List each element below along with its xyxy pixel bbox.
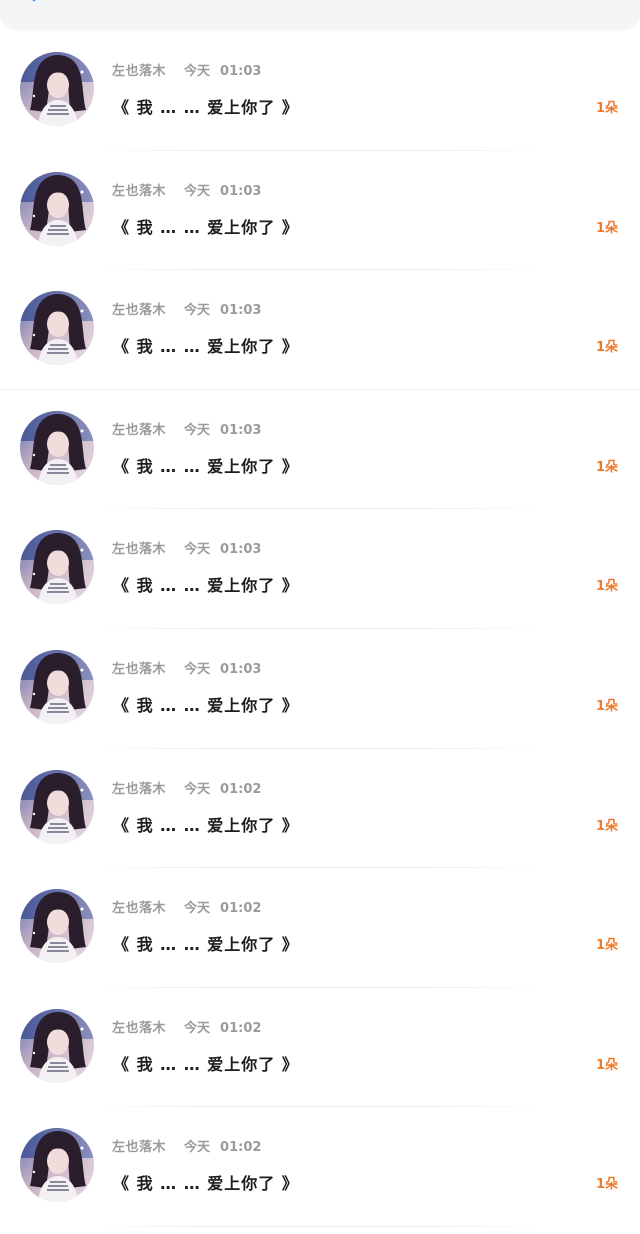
message-time: 01:03 — [220, 422, 262, 438]
list-item[interactable]: 左也落木 今天 01:02 《 我 … … 爱上你了 》 1朵 — [0, 868, 640, 988]
sender-name: 左也落木 — [112, 542, 167, 558]
sender-name: 左也落木 — [112, 422, 167, 438]
avatar[interactable] — [20, 52, 94, 126]
sender-name: 左也落木 — [112, 781, 167, 797]
list-item[interactable]: 左也落木 今天 01:03 《 我 … … 爱上你了 》 1朵 — [0, 390, 640, 510]
avatar[interactable] — [20, 410, 94, 485]
message-title: 《 我 … … 爱上你了 》 — [113, 935, 299, 955]
flower-count: 1朵 — [595, 579, 618, 595]
message-day: 今天 — [184, 661, 211, 677]
message-time: 01:02 — [220, 901, 262, 917]
sender-name: 左也落木 — [112, 303, 167, 319]
message-list: 左也落木 今天 01:03 《 我 … … 爱上你了 》 1朵 左也落木 今天 01:0… — [0, 31, 640, 1227]
list-item[interactable]: 左也落木 今天 01:02 《 我 … … 爱上你了 》 1朵 — [0, 1107, 640, 1227]
message-title: 《 我 … … 爱上你了 》 — [113, 815, 299, 835]
list-item[interactable]: 左也落木 今天 01:03 《 我 … … 爱上你了 》 1朵 — [0, 270, 640, 390]
avatar[interactable] — [20, 291, 94, 366]
message-title: 《 我 … … 爱上你了 》 — [113, 1054, 299, 1074]
sender-name: 左也落木 — [112, 183, 167, 199]
flower-count: 1朵 — [595, 698, 618, 714]
list-item[interactable]: 左也落木 今天 01:02 《 我 … … 爱上你了 》 1朵 — [0, 988, 640, 1108]
message-time: 01:03 — [220, 183, 262, 199]
flower-count: 1朵 — [595, 101, 618, 116]
message-time: 01:03 — [220, 661, 262, 677]
top-bar — [0, 0, 640, 30]
flower-count: 1朵 — [595, 1177, 618, 1193]
flower-count: 1朵 — [595, 340, 618, 356]
message-day: 今天 — [184, 183, 211, 199]
message-meta: 左也落木 今天 01:02 — [112, 1021, 261, 1037]
list-item[interactable]: 左也落木 今天 01:03 《 我 … … 爱上你了 》 1朵 — [0, 629, 640, 749]
message-title: 《 我 … … 爱上你了 》 — [113, 576, 299, 596]
avatar[interactable] — [20, 649, 94, 724]
list-item[interactable]: 左也落木 今天 01:02 《 我 … … 爱上你了 》 1朵 — [0, 749, 640, 869]
message-meta: 左也落木 今天 01:02 — [112, 782, 261, 798]
message-time: 01:03 — [220, 542, 262, 558]
message-time: 01:02 — [220, 1020, 262, 1036]
message-day: 今天 — [184, 303, 211, 319]
sender-name: 左也落木 — [112, 1020, 167, 1036]
message-time: 01:03 — [220, 64, 262, 79]
sender-name: 左也落木 — [112, 1140, 167, 1156]
message-time: 01:03 — [220, 303, 262, 319]
message-meta: 左也落木 今天 01:03 — [112, 542, 261, 558]
message-day: 今天 — [184, 422, 211, 438]
flower-count: 1朵 — [595, 1057, 618, 1073]
message-title: 《 我 … … 爱上你了 》 — [113, 695, 299, 715]
list-item[interactable]: 左也落木 今天 01:03 《 我 … … 爱上你了 》 1朵 — [0, 31, 640, 151]
avatar[interactable] — [20, 1008, 94, 1083]
message-meta: 左也落木 今天 01:02 — [112, 901, 261, 917]
message-day: 今天 — [184, 542, 211, 558]
sender-name: 左也落木 — [112, 661, 167, 677]
list-item[interactable]: 左也落木 今天 01:03 《 我 … … 爱上你了 》 1朵 — [0, 151, 640, 271]
message-title: 《 我 … … 爱上你了 》 — [113, 98, 299, 117]
message-day: 今天 — [184, 64, 211, 79]
message-meta: 左也落木 今天 01:03 — [112, 423, 261, 439]
message-meta: 左也落木 今天 01:03 — [112, 662, 261, 678]
message-meta: 左也落木 今天 01:03 — [112, 64, 261, 80]
message-meta: 左也落木 今天 01:03 — [112, 303, 261, 319]
flower-count: 1朵 — [595, 459, 618, 475]
message-day: 今天 — [184, 901, 211, 917]
message-meta: 左也落木 今天 01:02 — [112, 1140, 261, 1156]
avatar[interactable] — [20, 1128, 94, 1203]
message-title: 《 我 … … 爱上你了 》 — [113, 337, 299, 357]
flower-count: 1朵 — [595, 938, 618, 954]
message-day: 今天 — [184, 1140, 211, 1156]
list-item[interactable]: 左也落木 今天 01:03 《 我 … … 爱上你了 》 1朵 — [0, 509, 640, 629]
sender-name: 左也落木 — [112, 64, 167, 79]
message-day: 今天 — [184, 1020, 211, 1036]
sender-name: 左也落木 — [112, 901, 167, 917]
message-title: 《 我 … … 爱上你了 》 — [113, 1174, 299, 1194]
flower-count: 1朵 — [595, 220, 618, 236]
message-title: 《 我 … … 爱上你了 》 — [113, 217, 299, 237]
message-time: 01:02 — [220, 781, 262, 797]
avatar[interactable] — [20, 769, 94, 844]
message-meta: 左也落木 今天 01:03 — [112, 184, 261, 200]
chevron-left-icon[interactable] — [26, 0, 48, 14]
avatar[interactable] — [20, 889, 94, 964]
flower-count: 1朵 — [595, 818, 618, 834]
avatar[interactable] — [20, 171, 94, 246]
message-day: 今天 — [184, 781, 211, 797]
message-title: 《 我 … … 爱上你了 》 — [113, 456, 299, 476]
avatar[interactable] — [20, 530, 94, 605]
message-time: 01:02 — [220, 1140, 262, 1156]
